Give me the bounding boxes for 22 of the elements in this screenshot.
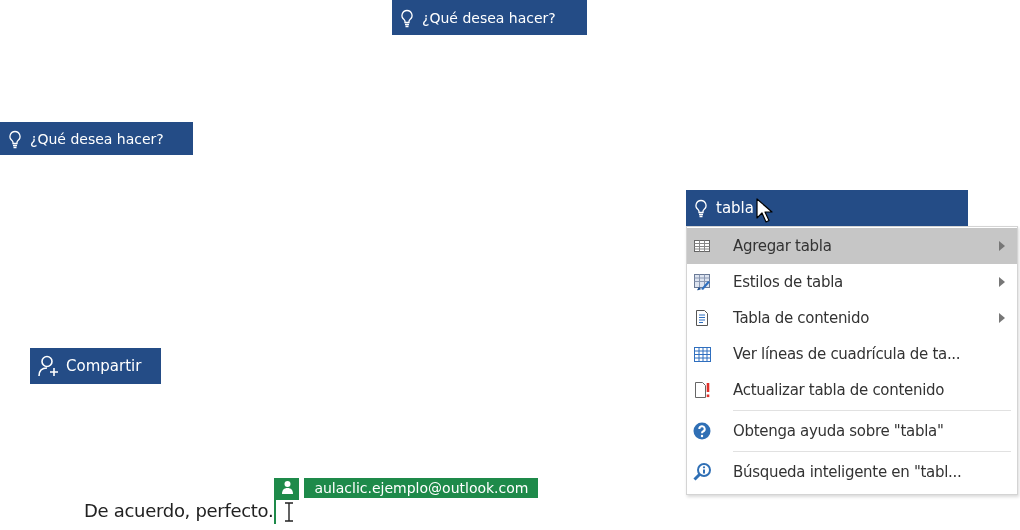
menu-item[interactable]: Ver líneas de cuadrícula de ta... [687, 336, 1017, 372]
table-brush-icon [693, 273, 711, 291]
grid-icon [693, 345, 711, 363]
coauthor-label: aulaclic.ejemplo@outlook.com [304, 478, 539, 498]
share-button[interactable]: Compartir [30, 348, 161, 384]
search-field[interactable]: ¿Qué desea hacer? [392, 0, 587, 35]
person-add-icon [38, 355, 60, 377]
menu-item[interactable]: Estilos de tabla [687, 264, 1017, 300]
menu-item[interactable]: Tabla de contenido [687, 300, 1017, 336]
menu-item[interactable]: Búsqueda inteligente en "tabl... [687, 454, 1017, 490]
search-field[interactable]: tabla [686, 190, 968, 226]
text-cursor-icon [284, 502, 295, 522]
menu-item[interactable]: Agregar tabla [687, 228, 1017, 264]
search-field[interactable]: ¿Qué desea hacer? [0, 122, 193, 155]
menu-item[interactable]: Obtenga ayuda sobre "tabla" [687, 413, 1017, 449]
table-icon [693, 237, 711, 255]
help-icon [693, 422, 711, 440]
menu-item[interactable]: Actualizar tabla de contenido [687, 372, 1017, 408]
document-text: De acuerdo, perfecto. [84, 500, 274, 523]
magnifier-info-icon [693, 463, 711, 481]
page-exclamation-icon [693, 381, 711, 399]
document-icon [693, 309, 711, 327]
